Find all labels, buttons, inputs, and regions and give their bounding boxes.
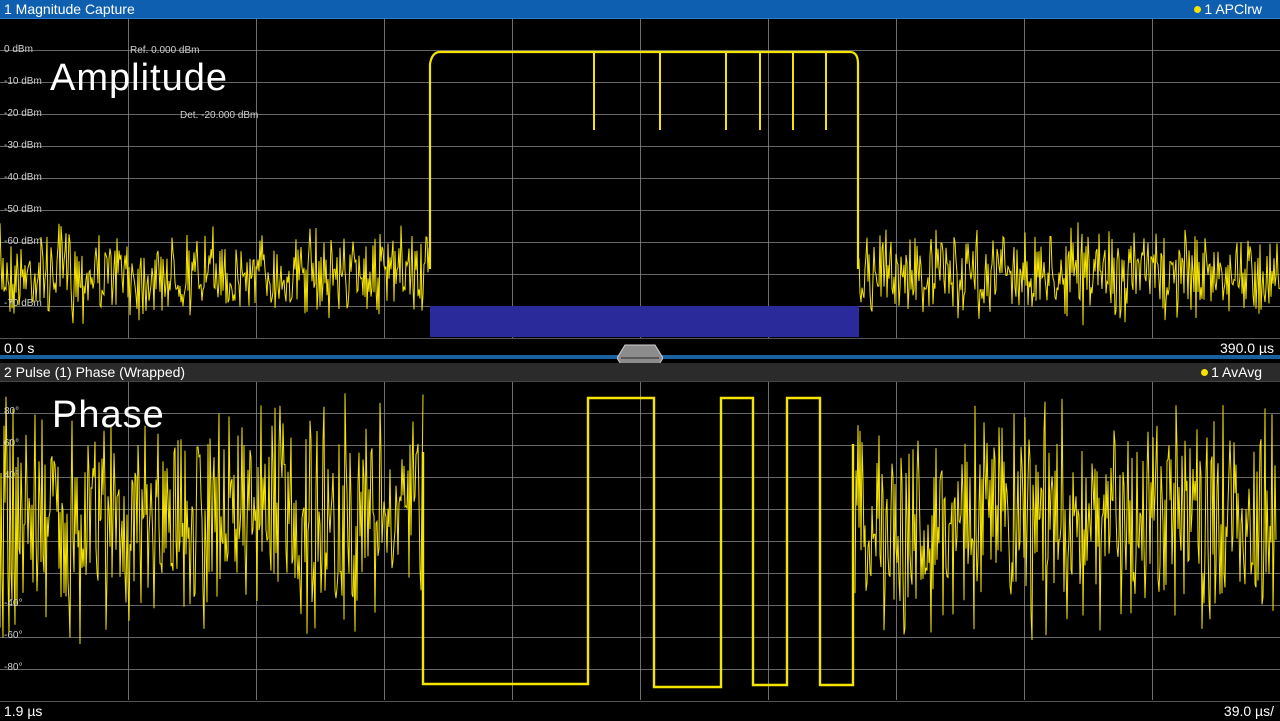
amplitude-overlay-title: Amplitude [50,57,228,100]
trace-dot-icon [1201,369,1208,376]
y-tick: 40° [4,470,19,481]
x-axis-start: 1.9 µs [4,702,42,720]
window1-trace-label: 1 APClrw [1204,0,1262,18]
magnitude-plot[interactable]: 0 dBm -10 dBm -20 dBm -30 dBm -40 dBm -5… [0,19,1280,338]
window1-trace-info: 1 APClrw [1194,0,1262,18]
y-tick: -70 dBm [4,298,42,309]
amplitude-noise-trace [859,222,1280,325]
y-tick: 60° [4,438,19,449]
y-tick: -40° [4,598,22,609]
y-tick: -50 dBm [4,204,42,215]
y-tick: 80° [4,406,19,417]
phase-pulse-trace [423,398,853,687]
amplitude-noise-trace [0,223,430,323]
window2-title: 2 Pulse (1) Phase (Wrapped) [4,363,185,381]
y-tick: -60 dBm [4,236,42,247]
phase-noise-trace [855,399,1276,640]
y-tick: -10 dBm [4,76,42,87]
ref-level-label: Ref. 0.000 dBm [130,45,199,56]
y-tick: -30 dBm [4,140,42,151]
pulse-marker-bar [430,306,859,337]
phase-graph [0,382,1280,700]
window2-trace-label: 1 AvAvg [1211,363,1262,381]
window1-titlebar[interactable]: 1 Magnitude Capture 1 APClrw [0,0,1280,19]
y-tick: -40 dBm [4,172,42,183]
y-tick: -80° [4,662,22,673]
phase-overlay-title: Phase [52,394,165,437]
window2-axis-footer: 1.9 µs 39.0 µs/ [0,701,1280,721]
window1-title: 1 Magnitude Capture [4,0,135,18]
window2-titlebar[interactable]: 2 Pulse (1) Phase (Wrapped) 1 AvAvg [0,363,1280,382]
x-axis-end: 39.0 µs/ [1224,702,1274,720]
window2-trace-info: 1 AvAvg [1201,363,1262,381]
detection-level-label: Det. -20.000 dBm [180,110,258,121]
trace-dot-icon [1194,6,1201,13]
y-tick: -60° [4,630,22,641]
phase-plot[interactable]: 80° 60° 40° -40° -60° -80° Phase [0,382,1280,700]
y-tick: -20 dBm [4,108,42,119]
y-tick: 0 dBm [4,44,33,55]
